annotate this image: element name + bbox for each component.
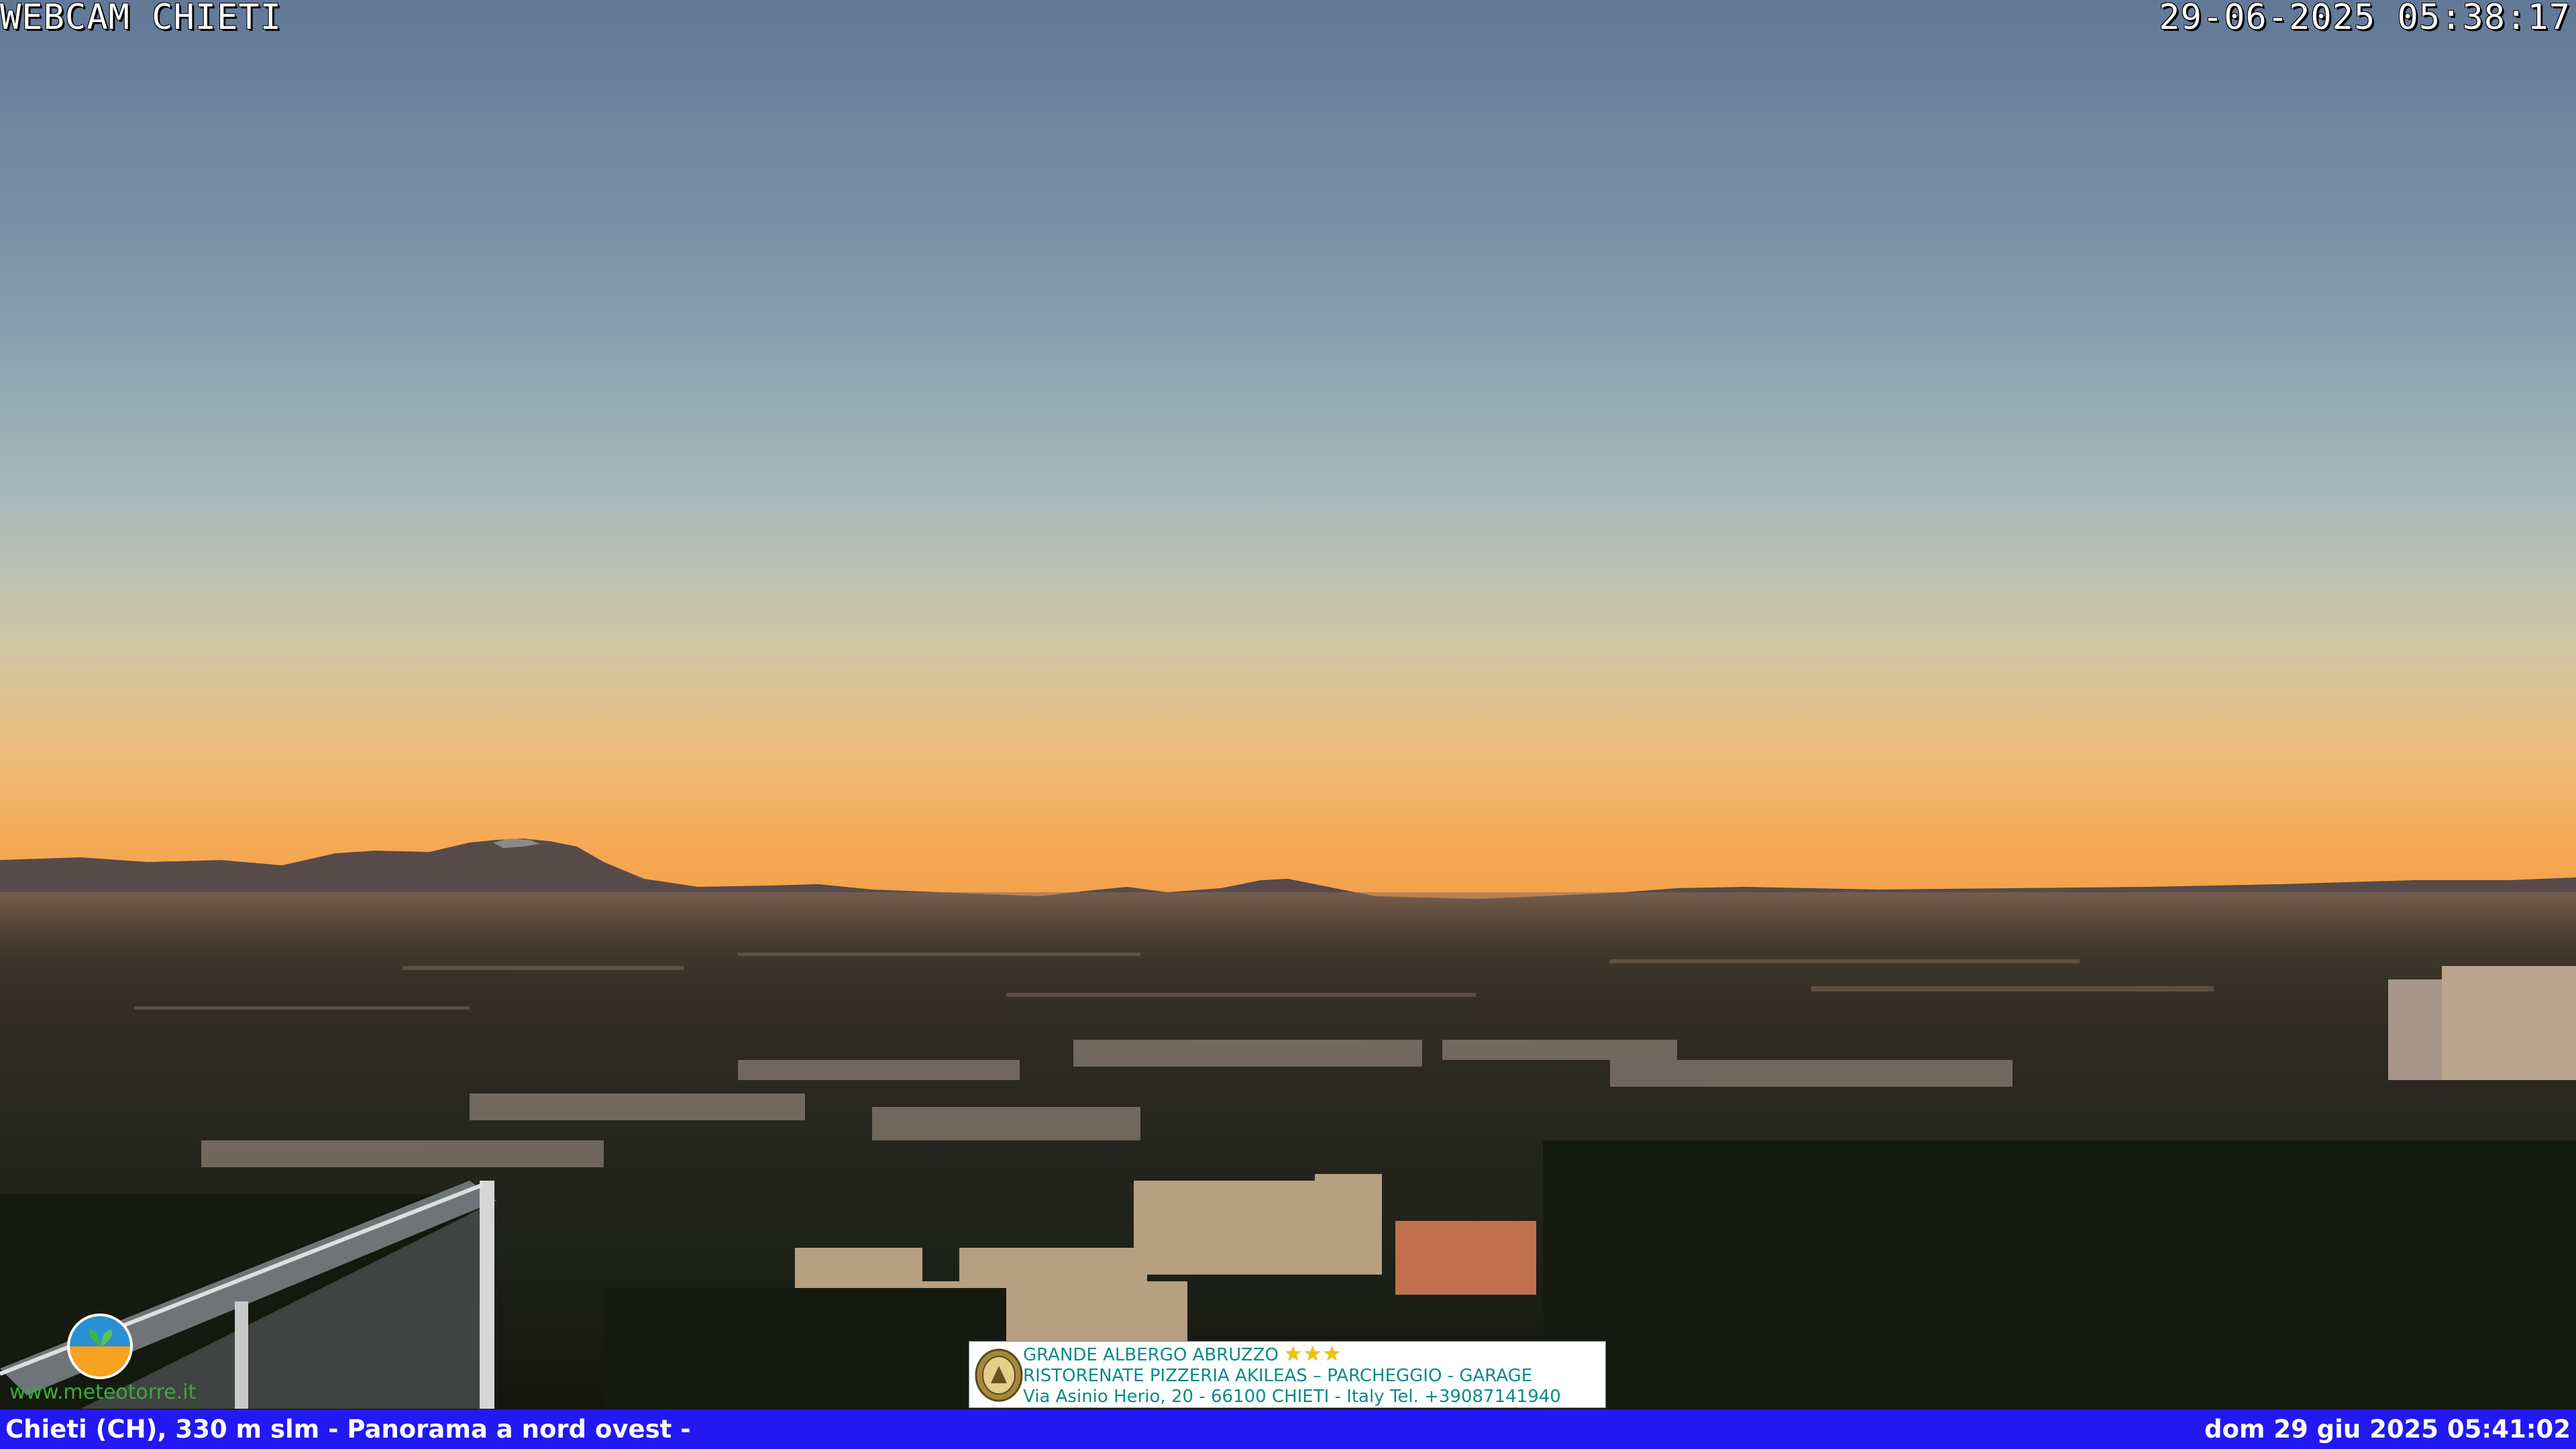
hotel-emblem-icon [975, 1348, 1023, 1402]
meteo-logo[interactable]: www.meteotorre.it [9, 1313, 211, 1409]
valley-haze [0, 892, 2576, 1000]
ad-hotel-name: GRANDE ALBERGO ABRUZZO [1023, 1345, 1279, 1365]
ad-address: Via Asinio Herio, 20 - 66100 CHIETI - It… [1023, 1387, 1561, 1407]
webcam-frame: WEBCAM CHIETI 29-06-2025 05:38:17 www.me… [0, 0, 2576, 1449]
meteo-site-url: www.meteotorre.it [9, 1381, 197, 1404]
hotel-advertisement[interactable]: GRANDE ALBERGO ABRUZZO ★★★ RISTORENATE P… [969, 1341, 1606, 1408]
webcam-title: WEBCAM CHIETI [0, 0, 282, 38]
info-bar: Chieti (CH), 330 m slm - Panorama a nord… [0, 1409, 2576, 1449]
ad-rating-stars: ★★★ [1284, 1342, 1342, 1366]
capture-timestamp: 29-06-2025 05:38:17 [2159, 0, 2571, 38]
webcam-landscape [0, 0, 2576, 1410]
sky [0, 0, 2576, 912]
ad-services: RISTORENATE PIZZERIA AKILEAS – PARCHEGGI… [1023, 1366, 1533, 1386]
weather-logo-icon [67, 1313, 133, 1379]
bar-timestamp: dom 29 giu 2025 05:41:02 [2204, 1415, 2571, 1444]
location-caption: Chieti (CH), 330 m slm - Panorama a nord… [5, 1415, 691, 1444]
